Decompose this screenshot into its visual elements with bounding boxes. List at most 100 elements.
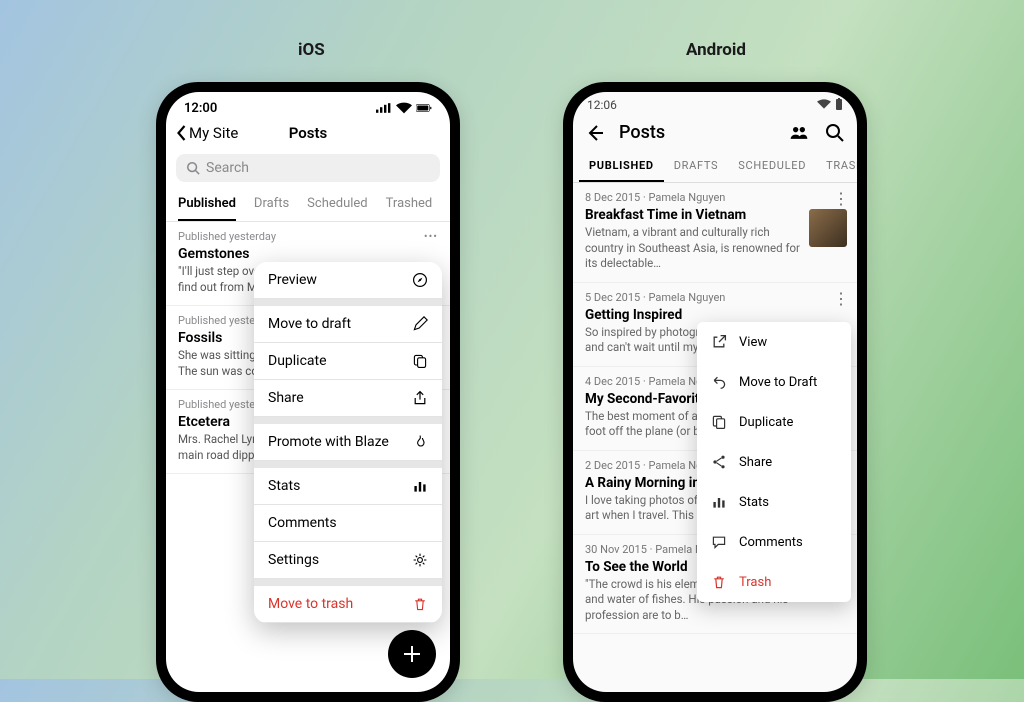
post-item[interactable]: ⋮ 8 Dec 2015 · Pamela Nguyen Breakfast T… xyxy=(573,183,857,283)
share-icon xyxy=(711,454,727,470)
search-icon[interactable] xyxy=(825,123,845,143)
menu-label: Duplicate xyxy=(268,353,327,369)
menu-label: Move to draft xyxy=(268,316,351,332)
app-bar: Posts xyxy=(573,114,857,151)
battery-icon xyxy=(835,98,843,110)
menu-label: Stats xyxy=(268,478,300,494)
stats-icon xyxy=(412,478,428,494)
menu-share[interactable]: Share xyxy=(697,442,851,482)
menu-label: Comments xyxy=(268,515,337,531)
tab-drafts[interactable]: Drafts xyxy=(254,196,289,221)
menu-label: Stats xyxy=(739,495,769,510)
menu-blaze[interactable]: Promote with Blaze xyxy=(254,424,442,461)
status-time: 12:00 xyxy=(184,101,217,116)
menu-stats[interactable]: Stats xyxy=(697,482,851,522)
status-bar: 12:00 xyxy=(166,92,450,118)
menu-label: Move to Draft xyxy=(739,375,817,390)
more-icon[interactable]: ⋮ xyxy=(833,289,849,308)
menu-settings[interactable]: Settings xyxy=(254,542,442,579)
menu-label: Comments xyxy=(739,535,803,550)
search-input[interactable]: Search xyxy=(176,154,440,182)
status-indicators xyxy=(817,98,843,112)
menu-label: Move to trash xyxy=(268,596,353,612)
android-label: Android xyxy=(686,40,746,60)
post-excerpt: Vietnam, a vibrant and culturally rich c… xyxy=(585,225,805,272)
post-meta: 8 Dec 2015 · Pamela Nguyen xyxy=(585,191,845,204)
back-button[interactable]: My Site xyxy=(176,124,238,142)
post-thumbnail xyxy=(809,209,847,247)
external-icon xyxy=(711,334,727,350)
trash-icon xyxy=(711,574,727,590)
post-meta: Published yesterday xyxy=(178,230,276,243)
chevron-left-icon xyxy=(176,125,187,141)
menu-label: Duplicate xyxy=(739,415,793,430)
menu-label: Preview xyxy=(268,272,317,288)
flame-icon xyxy=(412,434,428,450)
menu-trash[interactable]: Move to trash xyxy=(254,586,442,623)
status-time: 12:06 xyxy=(587,98,617,112)
menu-separator xyxy=(254,299,442,306)
ios-phone-frame: 12:00 My Site Posts Search Published Dra… xyxy=(156,82,460,702)
tabs: PUBLISHED DRAFTS SCHEDULED TRASHED xyxy=(573,151,857,183)
search-placeholder: Search xyxy=(206,160,249,176)
nav-bar: My Site Posts xyxy=(166,118,450,148)
wifi-icon xyxy=(396,100,412,116)
comment-icon xyxy=(711,534,727,550)
pencil-icon xyxy=(412,316,428,332)
menu-preview[interactable]: Preview xyxy=(254,262,442,299)
menu-view[interactable]: View xyxy=(697,322,851,362)
back-arrow-icon[interactable] xyxy=(585,123,605,143)
tab-trashed[interactable]: TRASHED xyxy=(816,151,857,182)
menu-label: Share xyxy=(739,455,772,470)
tabs: Published Drafts Scheduled Trashed xyxy=(166,188,450,222)
more-icon[interactable]: ••• xyxy=(424,230,438,243)
nav-title: Posts xyxy=(289,124,327,142)
compass-icon xyxy=(412,272,428,288)
plus-icon xyxy=(401,643,423,665)
trash-icon xyxy=(412,596,428,612)
tab-trashed[interactable]: Trashed xyxy=(386,196,433,221)
post-meta: 5 Dec 2015 · Pamela Nguyen xyxy=(585,291,845,304)
menu-label: Trash xyxy=(739,575,771,590)
status-bar: 12:06 xyxy=(573,92,857,114)
tab-published[interactable]: Published xyxy=(178,196,236,221)
menu-move-draft[interactable]: Move to Draft xyxy=(697,362,851,402)
create-post-fab[interactable] xyxy=(388,630,436,678)
tab-drafts[interactable]: DRAFTS xyxy=(664,151,729,182)
back-label: My Site xyxy=(189,124,238,142)
copy-icon xyxy=(711,414,727,430)
menu-label: Share xyxy=(268,390,304,406)
appbar-title: Posts xyxy=(619,122,775,143)
tab-scheduled[interactable]: SCHEDULED xyxy=(728,151,816,182)
undo-icon xyxy=(711,374,727,390)
menu-label: Promote with Blaze xyxy=(268,434,389,450)
android-phone-frame: 12:06 Posts PUBLISHED DRAFTS SCHEDULED T… xyxy=(563,82,867,702)
tab-scheduled[interactable]: Scheduled xyxy=(307,196,367,221)
authors-icon[interactable] xyxy=(789,123,809,143)
menu-separator xyxy=(254,461,442,468)
android-screen: 12:06 Posts PUBLISHED DRAFTS SCHEDULED T… xyxy=(573,92,857,692)
post-title: Breakfast Time in Vietnam xyxy=(585,207,845,223)
menu-share[interactable]: Share xyxy=(254,380,442,417)
menu-separator xyxy=(254,579,442,586)
menu-separator xyxy=(254,417,442,424)
battery-icon xyxy=(416,100,432,116)
context-menu: Preview Move to draft Duplicate Share Pr… xyxy=(254,262,442,623)
menu-stats[interactable]: Stats xyxy=(254,468,442,505)
menu-label: View xyxy=(739,335,767,350)
share-icon xyxy=(412,390,428,406)
menu-duplicate[interactable]: Duplicate xyxy=(697,402,851,442)
context-menu: View Move to Draft Duplicate Share Stats… xyxy=(697,322,851,602)
ios-screen: 12:00 My Site Posts Search Published Dra… xyxy=(166,92,450,692)
more-icon[interactable]: ⋮ xyxy=(833,189,849,208)
menu-move-draft[interactable]: Move to draft xyxy=(254,306,442,343)
ios-label: iOS xyxy=(298,40,325,60)
menu-trash[interactable]: Trash xyxy=(697,562,851,602)
menu-comments[interactable]: Comments xyxy=(254,505,442,542)
tab-published[interactable]: PUBLISHED xyxy=(579,151,664,182)
menu-comments[interactable]: Comments xyxy=(697,522,851,562)
copy-icon xyxy=(412,353,428,369)
menu-label: Settings xyxy=(268,552,319,568)
menu-duplicate[interactable]: Duplicate xyxy=(254,343,442,380)
post-title: Gemstones xyxy=(178,246,438,262)
